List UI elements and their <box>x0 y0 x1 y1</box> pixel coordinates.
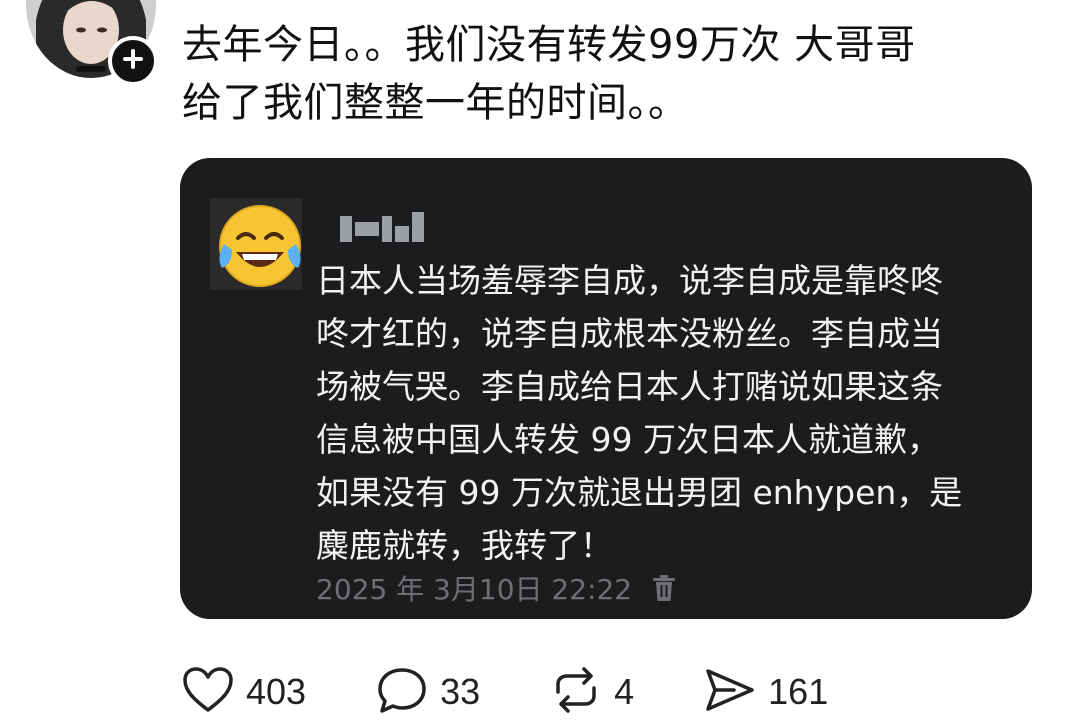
plus-icon <box>122 48 144 74</box>
quoted-text-line: 如果没有 99 万次就退出男团 enhypen，是 <box>316 473 963 512</box>
quoted-text-line: 信息被中国人转发 99 万次日本人就道歉， <box>316 420 940 459</box>
send-icon <box>704 666 756 718</box>
quoted-post-text: 日本人当场羞辱李自成，说李自成是靠咚咚 咚才红的，说李自成根本没粉丝。李自成当 … <box>316 254 1016 572</box>
quoted-text-line: 场被气哭。李自成给日本人打赌说如果这条 <box>316 367 943 406</box>
post-text: 去年今日。。我们没有转发99万次 大哥哥 给了我们整整一年的时间。。 <box>182 16 1042 132</box>
share-count: 161 <box>768 671 829 712</box>
post-text-line: 给了我们整整一年的时间。。 <box>182 80 689 126</box>
repost-icon <box>550 666 602 718</box>
follow-button[interactable] <box>108 36 158 86</box>
reply-count: 33 <box>440 671 481 712</box>
quoted-author-name-redacted <box>340 212 426 242</box>
like-button[interactable]: 403 <box>182 666 306 718</box>
share-button[interactable]: 161 <box>704 666 828 718</box>
post-text-line: 去年今日。。我们没有转发99万次 大哥哥 <box>182 22 916 68</box>
quoted-timestamp: 2025 年 3月10日 22:22 <box>316 573 633 606</box>
trash-icon[interactable] <box>652 574 676 602</box>
laughing-crying-emoji-icon <box>210 198 302 290</box>
repost-count: 4 <box>614 671 635 712</box>
quoted-post-meta: 2025 年 3月10日 22:22 <box>316 568 676 608</box>
action-bar: 403 33 4 161 <box>182 666 828 718</box>
comment-bubble-icon <box>376 666 428 718</box>
quoted-text-line: 麋鹿就转，我转了！ <box>316 526 613 565</box>
quoted-post-card[interactable]: 日本人当场羞辱李自成，说李自成是靠咚咚 咚才红的，说李自成根本没粉丝。李自成当 … <box>180 158 1032 619</box>
repost-button[interactable]: 4 <box>550 666 634 718</box>
quoted-text-line: 咚才红的，说李自成根本没粉丝。李自成当 <box>316 314 943 353</box>
reply-button[interactable]: 33 <box>376 666 480 718</box>
heart-icon <box>182 666 234 718</box>
quoted-text-line: 日本人当场羞辱李自成，说李自成是靠咚咚 <box>316 261 943 300</box>
like-count: 403 <box>246 671 307 712</box>
